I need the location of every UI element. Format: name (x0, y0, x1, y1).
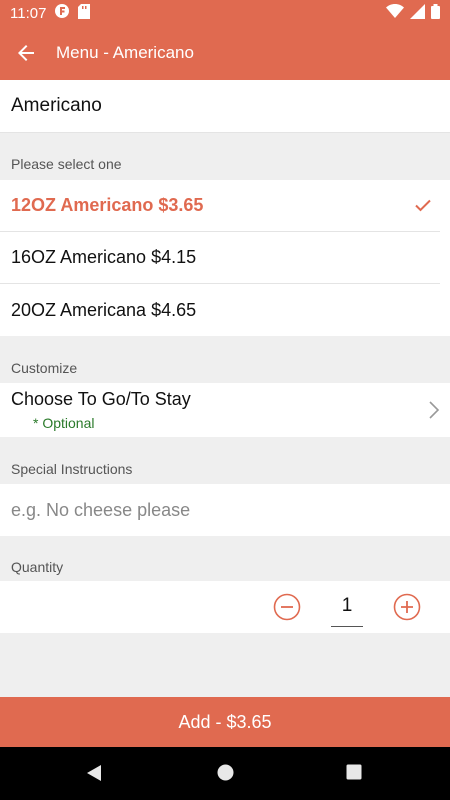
quantity-value[interactable]: 1 (331, 593, 363, 627)
item-name: Americano (0, 80, 450, 133)
system-nav-bar (0, 747, 450, 800)
page-title: Menu - Americano (56, 43, 194, 62)
status-bar: 11:07 (0, 0, 450, 26)
battery-icon (431, 3, 440, 23)
customize-option-row[interactable]: Choose To Go/To Stay * Optional (0, 383, 450, 437)
back-arrow-icon (18, 45, 34, 61)
size-option-label: 20OZ Americana $4.65 (11, 299, 197, 320)
quantity-stepper: 1 (0, 581, 450, 633)
app-bar: Menu - Americano (0, 26, 450, 80)
sd-card-icon (78, 3, 91, 23)
back-button[interactable] (0, 26, 52, 80)
size-option-20oz[interactable]: 20OZ Americana $4.65 (0, 284, 440, 336)
nav-home-icon[interactable] (217, 764, 234, 781)
app-notification-icon (54, 3, 70, 23)
checkmark-icon (415, 199, 431, 212)
signal-icon (410, 3, 425, 23)
quantity-section-label: Quantity (11, 559, 64, 575)
size-option-label: 16OZ Americano $4.15 (11, 247, 197, 267)
customize-option-label: Choose To Go/To Stay (11, 389, 191, 409)
chevron-right-icon (429, 401, 440, 419)
nav-recents-icon[interactable] (346, 764, 362, 780)
instructions-field-row (0, 484, 450, 536)
wifi-icon (386, 4, 404, 22)
size-option-label: 12OZ Americano $3.65 (11, 195, 204, 215)
size-option-16oz[interactable]: 16OZ Americano $4.15 (0, 232, 440, 284)
special-instructions-input[interactable] (11, 499, 431, 521)
status-time: 11:07 (10, 4, 47, 22)
customize-section-label: Customize (11, 360, 78, 376)
decrease-quantity-button[interactable] (273, 593, 301, 621)
size-options-list: 12OZ Americano $3.65 16OZ Americano $4.1… (0, 180, 450, 336)
nav-back-icon[interactable] (86, 764, 102, 782)
optional-note: * Optional (33, 415, 95, 431)
size-section-label: Please select one (11, 156, 122, 172)
size-option-12oz[interactable]: 12OZ Americano $3.65 (0, 180, 440, 232)
add-to-order-button[interactable]: Add - $3.65 (0, 697, 450, 747)
increase-quantity-button[interactable] (393, 593, 421, 621)
instructions-section-label: Special Instructions (11, 461, 133, 477)
